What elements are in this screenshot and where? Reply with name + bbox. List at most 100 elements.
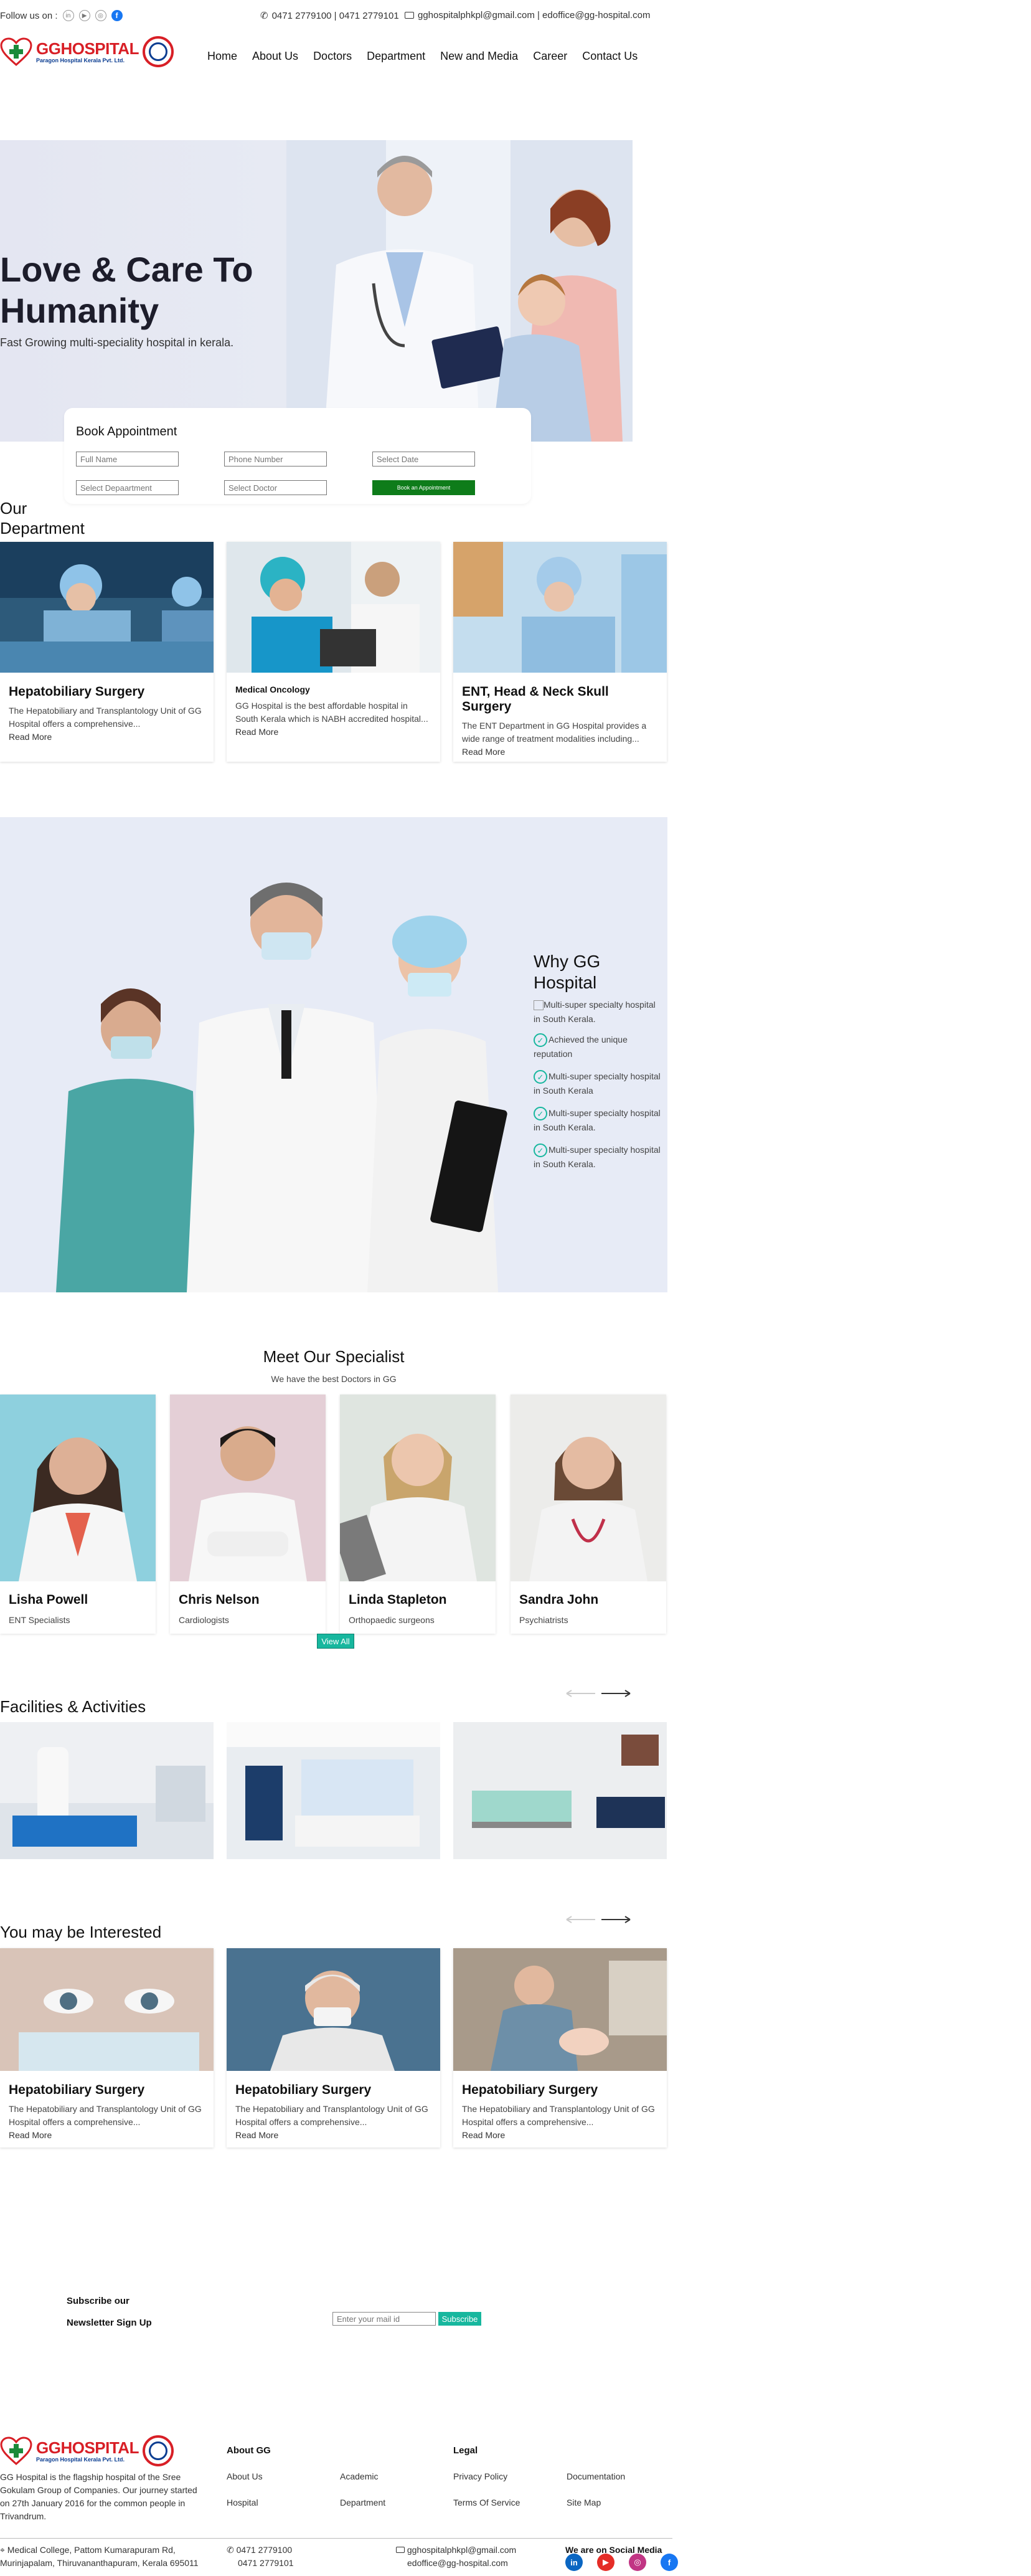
doctor-role: Cardiologists <box>179 1615 229 1625</box>
nav-contact-us[interactable]: Contact Us <box>582 50 638 63</box>
nav-home[interactable]: Home <box>207 50 237 63</box>
nav-career[interactable]: Career <box>533 50 567 63</box>
doctor-photo <box>331 1395 496 1586</box>
footer-link-privacy-policy[interactable]: Privacy Policy <box>453 2471 507 2481</box>
nav-department[interactable]: Department <box>367 50 425 63</box>
footer-link-academic[interactable]: Academic <box>340 2471 378 2481</box>
read-more-link[interactable]: Read More <box>462 2130 658 2140</box>
interest-card-desc: The Hepatobiliary and Transplantology Un… <box>462 2104 655 2127</box>
arrow-left-icon[interactable] <box>565 1915 596 1924</box>
department-image <box>0 542 214 673</box>
linkedin-icon[interactable]: in <box>565 2554 583 2571</box>
interest-card-desc: The Hepatobiliary and Transplantology Un… <box>9 2104 202 2127</box>
department-card-title: ENT, Head & Neck Skull Surgery <box>462 684 609 714</box>
read-more-link[interactable]: Read More <box>235 727 431 737</box>
read-more-link[interactable]: Read More <box>9 732 205 742</box>
read-more-link[interactable]: Read More <box>462 747 658 757</box>
doctor-name: Chris Nelson <box>179 1593 260 1607</box>
footer-link-documentation[interactable]: Documentation <box>567 2471 625 2481</box>
interest-card-title: Hepatobiliary Surgery <box>9 2083 145 2097</box>
footer-link-site-map[interactable]: Site Map <box>567 2498 601 2507</box>
footer-emails[interactable]: gghospitalphkpl@gmail.com edoffice@gg-ho… <box>396 2544 516 2570</box>
phone-number-input[interactable] <box>224 452 327 466</box>
department-card[interactable]: ENT, Head & Neck Skull Surgery The ENT D… <box>453 542 667 762</box>
top-email[interactable]: gghospitalphkpl@gmail.com | edoffice@gg-… <box>405 10 650 21</box>
footer-legal-title: Legal <box>453 2445 478 2456</box>
interest-card[interactable]: Hepatobiliary Surgery The Hepatobiliary … <box>0 1948 214 2147</box>
arrow-right-icon[interactable] <box>600 1915 631 1924</box>
doctor-card[interactable]: Sandra John Psychiatrists <box>511 1395 666 1634</box>
why-title: Why GG Hospital <box>534 952 601 992</box>
select-department-input[interactable] <box>76 480 179 495</box>
interest-card[interactable]: Hepatobiliary Surgery The Hepatobiliary … <box>227 1948 440 2147</box>
select-doctor-input[interactable] <box>224 480 327 495</box>
logo-wordmark: GGHOSPITAL <box>36 39 139 58</box>
interest-card-title: Hepatobiliary Surgery <box>235 2083 372 2097</box>
facility-image[interactable] <box>453 1722 667 1859</box>
footer-logo[interactable]: GGHOSPITAL Paragon Hospital Kerala Pvt. … <box>0 2435 174 2466</box>
logo-badge-icon <box>142 2435 174 2466</box>
site-logo[interactable]: GGHOSPITAL Paragon Hospital Kerala Pvt. … <box>0 36 174 67</box>
interest-card[interactable]: Hepatobiliary Surgery The Hepatobiliary … <box>453 1948 667 2147</box>
footer-social-icons: in ▶ ◎ f <box>565 2554 678 2571</box>
logo-badge-icon <box>142 36 174 67</box>
nav-doctors[interactable]: Doctors <box>313 50 352 63</box>
top-phone[interactable]: ✆ 0471 2779100 | 0471 2779101 <box>260 10 399 22</box>
footer-link-department[interactable]: Department <box>340 2498 385 2507</box>
view-all-doctors-button[interactable]: View All <box>317 1634 354 1649</box>
footer-link-terms[interactable]: Terms Of Service <box>453 2498 520 2507</box>
doctor-card[interactable]: Linda Stapleton Orthopaedic surgeons <box>331 1395 496 1634</box>
doctor-photo <box>511 1395 666 1581</box>
interested-carousel-nav <box>565 1915 631 1924</box>
read-more-link[interactable]: Read More <box>9 2130 205 2140</box>
facility-image[interactable] <box>0 1722 214 1859</box>
interest-image <box>453 1948 667 2071</box>
book-appointment-button[interactable]: Book an Appointment <box>372 480 475 495</box>
footer-link-about-us[interactable]: About Us <box>227 2471 263 2481</box>
instagram-icon[interactable]: ◎ <box>95 10 106 21</box>
department-card[interactable]: Medical Oncology GG Hospital is the best… <box>227 542 440 762</box>
subscribe-button[interactable]: Subscribe <box>438 2312 481 2326</box>
footer-link-hospital[interactable]: Hospital <box>227 2498 258 2507</box>
footer-address: ⌖ Medical College, Pattom Kumarapuram Rd… <box>0 2545 199 2568</box>
facility-image[interactable] <box>227 1722 440 1859</box>
main-nav: Home About Us Doctors Department New and… <box>207 50 638 63</box>
facebook-icon[interactable]: f <box>111 10 123 21</box>
doctor-role: Psychiatrists <box>519 1615 568 1625</box>
departments-title: Our Department <box>0 499 85 537</box>
newsletter-email-input[interactable] <box>332 2312 436 2326</box>
footer-phones[interactable]: ✆ 0471 2779100 0471 2779101 <box>227 2544 294 2570</box>
department-card[interactable]: Hepatobiliary Surgery The Hepatobiliary … <box>0 542 214 762</box>
logo-subtitle: Paragon Hospital Kerala Pvt. Ltd. <box>36 2456 125 2463</box>
newsletter-label: Newsletter Sign Up <box>67 2318 152 2328</box>
doctor-photo <box>170 1395 326 1581</box>
full-name-input[interactable] <box>76 452 179 466</box>
select-date-input[interactable] <box>372 452 475 466</box>
department-card-title: Medical Oncology <box>235 684 310 694</box>
facilities-title: Facilities & Activities <box>0 1697 146 1716</box>
arrow-left-icon[interactable] <box>565 1689 596 1698</box>
logo-subtitle: Paragon Hospital Kerala Pvt. Ltd. <box>36 57 125 64</box>
check-icon: ✓ <box>534 1070 547 1084</box>
instagram-icon[interactable]: ◎ <box>629 2554 646 2571</box>
check-icon: ✓ <box>534 1033 547 1048</box>
youtube-icon[interactable]: ▶ <box>597 2554 614 2571</box>
read-more-link[interactable]: Read More <box>235 2130 431 2140</box>
hero-title: Love & Care To Humanity <box>0 250 253 330</box>
nav-about-us[interactable]: About Us <box>252 50 298 63</box>
top-phone-text: 0471 2779100 | 0471 2779101 <box>271 10 399 21</box>
arrow-right-icon[interactable] <box>600 1689 631 1698</box>
youtube-icon[interactable]: ▶ <box>78 10 90 21</box>
doctor-card[interactable]: Lisha Powell ENT Specialists <box>0 1395 156 1634</box>
doctor-card[interactable]: Chris Nelson Cardiologists <box>170 1395 326 1634</box>
linkedin-icon[interactable]: in <box>62 10 74 21</box>
logo-wordmark: GGHOSPITAL <box>36 2438 139 2457</box>
phone-icon: ✆ <box>227 2545 234 2555</box>
why-list-item: ✓ Multi-super specialty hospital in South… <box>534 1070 661 1096</box>
mail-icon <box>396 2547 405 2553</box>
nav-new-and-media[interactable]: New and Media <box>440 50 518 63</box>
facebook-icon[interactable]: f <box>661 2554 678 2571</box>
doctor-role: Orthopaedic surgeons <box>349 1615 435 1625</box>
footer-about-text: GG Hospital is the flagship hospital of … <box>0 2472 197 2521</box>
doctor-name: Sandra John <box>519 1593 599 1607</box>
